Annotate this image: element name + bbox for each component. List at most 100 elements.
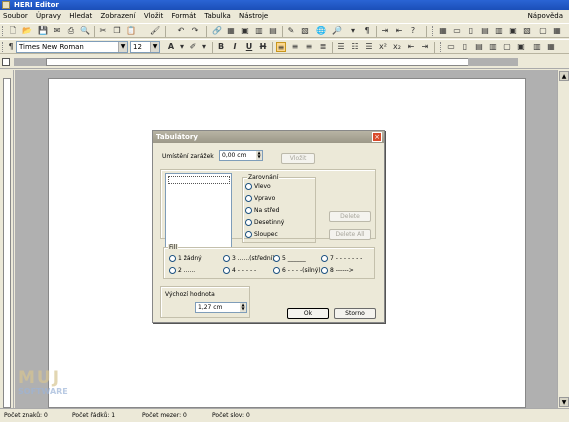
header-icon[interactable]: ▤ [474, 42, 484, 52]
column-layout-icon[interactable]: ▥ [532, 42, 542, 52]
toolbar-grip[interactable] [2, 42, 5, 52]
scroll-down-icon[interactable]: ▼ [559, 397, 569, 407]
radio-align-right[interactable]: Vpravo [245, 195, 275, 203]
default-tab-spinner[interactable]: 1,27 cm ▲ ▼ [195, 302, 247, 313]
radio-fill-6[interactable]: 6 - - - -(silný) [273, 267, 321, 275]
tab-left-icon[interactable]: ⇥ [380, 26, 390, 36]
chart-icon[interactable]: ▤ [268, 26, 278, 36]
delete-button[interactable]: Delete [329, 211, 371, 222]
decrease-indent-icon[interactable]: ⇤ [406, 42, 416, 52]
radio-fill-7[interactable]: 7 - - - - - - - [321, 255, 362, 263]
footer-icon[interactable]: ▥ [488, 42, 498, 52]
open-folder-icon[interactable]: 📂 [22, 26, 32, 36]
menu-hledat[interactable]: Hledat [66, 10, 95, 23]
highlight-dropdown-icon[interactable]: ▾ [199, 42, 209, 52]
delete-row-icon[interactable]: ▤ [480, 26, 490, 36]
borders-icon[interactable]: ▢ [538, 26, 548, 36]
table-toolbar-grip[interactable] [432, 26, 435, 36]
tab-right-icon[interactable]: ⇤ [394, 26, 404, 36]
menu-nastroje[interactable]: Nástroje [236, 10, 271, 23]
tab-position-spinner[interactable]: 0,00 cm ▲ ▼ [219, 150, 263, 161]
radio-align-center[interactable]: Na střed [245, 207, 279, 215]
menu-upravy[interactable]: Úpravy [33, 10, 64, 23]
numbered-list-icon[interactable]: ☰ [336, 42, 346, 52]
underline-icon[interactable]: U [244, 42, 254, 52]
paragraph-marks-icon[interactable]: ¶ [362, 26, 372, 36]
split-cells-icon[interactable]: ▧ [522, 26, 532, 36]
drawing-icon[interactable]: ✎ [286, 26, 296, 36]
globe-icon[interactable]: 🌐 [316, 26, 326, 36]
close-icon[interactable]: × [372, 132, 382, 142]
radio-align-column[interactable]: Sloupec [245, 231, 278, 239]
help-icon[interactable]: ? [408, 26, 418, 36]
scroll-up-icon[interactable]: ▲ [559, 71, 569, 81]
new-document-icon[interactable]: 🗋 [8, 26, 18, 36]
delete-column-icon[interactable]: ▥ [494, 26, 504, 36]
menu-format[interactable]: Formát [168, 10, 199, 23]
radio-fill-3[interactable]: 3 ......(střední) [223, 255, 275, 263]
ok-button[interactable]: Ok [287, 308, 329, 319]
chevron-down-icon[interactable]: ▼ [150, 42, 159, 52]
print-icon[interactable]: ⎙ [66, 26, 76, 36]
radio-fill-1[interactable]: 1 žádný [169, 255, 202, 263]
dialog-title-bar[interactable]: Tabulátory [153, 131, 384, 143]
menu-vlozit[interactable]: Vložit [141, 10, 166, 23]
cut-icon[interactable]: ✂ [98, 26, 108, 36]
bold-icon[interactable]: B [216, 42, 226, 52]
strikethrough-icon[interactable]: H [258, 42, 268, 52]
radio-fill-2[interactable]: 2 ...... [169, 267, 195, 275]
radio-fill-5[interactable]: 5 ______ [273, 255, 306, 263]
text-box-icon[interactable]: ▯ [460, 42, 470, 52]
radio-fill-8[interactable]: 8 ------> [321, 267, 354, 275]
radio-align-left[interactable]: Vlevo [245, 183, 271, 191]
superscript-icon[interactable]: x² [378, 42, 388, 52]
set-tab-button[interactable]: Vložit [281, 153, 315, 164]
save-icon[interactable]: 💾 [38, 26, 48, 36]
insert-table-icon[interactable]: ▦ [438, 26, 448, 36]
insert-column-icon[interactable]: ▯ [466, 26, 476, 36]
align-left-icon[interactable]: ≡ [276, 42, 286, 52]
print-preview-icon[interactable]: 🔍 [80, 26, 90, 36]
columns-icon[interactable]: ▥ [254, 26, 264, 36]
section-icon[interactable]: ▣ [516, 42, 526, 52]
zoom-icon[interactable]: 🔎 [332, 26, 342, 36]
justify-icon[interactable]: ≣ [318, 42, 328, 52]
undo-icon[interactable]: ↶ [176, 26, 186, 36]
image-icon[interactable]: ▣ [240, 26, 250, 36]
tab-type-selector[interactable] [2, 58, 10, 66]
redo-icon[interactable]: ↷ [190, 26, 200, 36]
document-map-icon[interactable]: ▧ [300, 26, 310, 36]
font-color-icon[interactable]: A [166, 42, 176, 52]
radio-fill-4[interactable]: 4 - - - - - [223, 267, 256, 275]
chevron-down-icon[interactable]: ▼ [118, 42, 127, 52]
extra-toolbar-grip[interactable] [440, 42, 443, 52]
paste-icon[interactable]: 📋 [126, 26, 136, 36]
outline-list-icon[interactable]: ☰ [364, 42, 374, 52]
cell-align-icon[interactable]: ▦ [552, 26, 562, 36]
page-setup-icon[interactable]: ▦ [546, 42, 556, 52]
font-size-combo[interactable]: 12 ▼ [130, 41, 160, 53]
font-color-dropdown-icon[interactable]: ▾ [177, 42, 187, 52]
vertical-ruler[interactable] [0, 70, 14, 408]
tab-stops-list[interactable] [165, 173, 232, 249]
insert-row-icon[interactable]: ▭ [452, 26, 462, 36]
highlight-icon[interactable]: ✐ [188, 42, 198, 52]
font-combo[interactable]: Times New Roman ▼ [16, 41, 128, 53]
menu-napoveda[interactable]: Nápověda [525, 10, 566, 23]
table-icon[interactable]: ▦ [226, 26, 236, 36]
vertical-scrollbar[interactable]: ▲ ▼ [557, 70, 569, 408]
frame-icon[interactable]: ▭ [446, 42, 456, 52]
cancel-button[interactable]: Storno [334, 308, 376, 319]
page-icon[interactable]: ▢ [502, 42, 512, 52]
copy-icon[interactable]: ❐ [112, 26, 122, 36]
hyperlink-icon[interactable]: 🔗 [212, 26, 222, 36]
zoom-dropdown-icon[interactable]: ▾ [348, 26, 358, 36]
italic-icon[interactable]: I [230, 42, 240, 52]
subscript-icon[interactable]: x₂ [392, 42, 402, 52]
menu-zobrazeni[interactable]: Zobrazení [98, 10, 139, 23]
menu-tabulka[interactable]: Tabulka [201, 10, 233, 23]
menu-soubor[interactable]: Soubor [0, 10, 31, 23]
delete-all-button[interactable]: Delete All [329, 229, 371, 240]
align-center-icon[interactable]: ≡ [290, 42, 300, 52]
toolbar-grip[interactable] [2, 26, 5, 36]
